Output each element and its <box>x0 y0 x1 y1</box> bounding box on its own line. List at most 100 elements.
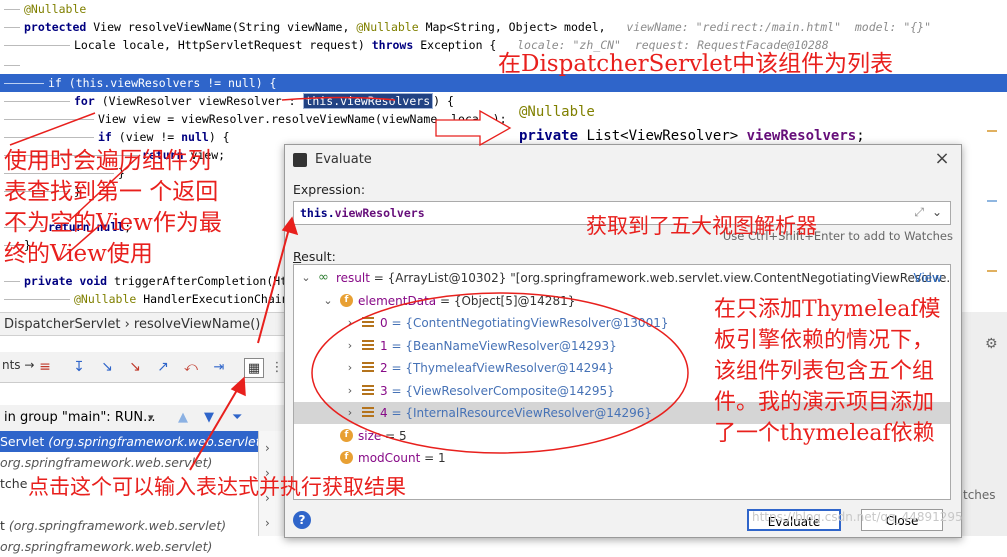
expand-icon[interactable]: › <box>344 335 356 357</box>
result-var-name: 0 <box>380 316 388 330</box>
indent-guide <box>4 9 20 10</box>
close-icon[interactable]: × <box>933 150 951 168</box>
field-icon: f <box>340 293 353 307</box>
code-line[interactable]: View view = viewResolver.resolveViewName… <box>98 110 507 128</box>
result-var-value: = 1 <box>420 451 446 465</box>
debugger-toolbar: nts → ≡ ↧ ↘ ↘ ↗ ⤺ ⇥ ▦ ⋮ <box>0 352 285 383</box>
snippet-field: viewResolvers <box>746 128 857 144</box>
result-var-value: = {Object[5]@14281} <box>436 293 576 308</box>
stack-frame-method: Servlet <box>0 434 49 449</box>
dialog-title-bar: Evaluate × <box>285 145 961 175</box>
note-left-line: 终的View使用 <box>4 241 153 267</box>
snippet-keyword: private <box>519 128 579 144</box>
step-into-button[interactable]: ↘ <box>98 358 116 376</box>
stack-frame-package: (org.springframework.web.servlet) <box>8 518 227 533</box>
run-to-cursor-button[interactable]: ⇥ <box>210 358 228 376</box>
help-icon[interactable]: ? <box>293 511 311 529</box>
history-dropdown-icon[interactable]: ⌄ <box>932 205 942 219</box>
evaluate-expression-button[interactable]: ▦ <box>244 358 264 378</box>
stack-frame-method: t <box>0 518 9 533</box>
result-label-mnemonic: R <box>293 249 302 264</box>
thread-selector[interactable]: in group "main": RUN... ▾ ▲ ▼ ⏷ <box>0 405 285 432</box>
result-tree-row[interactable]: f modCount = 1 <box>294 447 950 469</box>
expression-keyword: this. <box>300 206 335 220</box>
result-var-value: = {BeanNameViewResolver@14293} <box>387 338 617 353</box>
stack-frame-method: tche <box>0 476 28 491</box>
annotation-five-resolvers: 获取到了五大视图解析器 <box>586 214 817 238</box>
code-line[interactable]: if (view != null) { <box>98 128 230 146</box>
show-execution-point-button[interactable]: ≡ <box>36 358 54 376</box>
view-link[interactable]: View <box>914 267 942 289</box>
indent-guide <box>4 281 20 282</box>
indent-guide <box>4 137 94 138</box>
watches-panel-edge: tches ⚙ <box>960 312 1007 536</box>
result-var-value: = {InternalResourceViewResolver@14296} <box>387 406 653 420</box>
expand-editor-icon[interactable]: ⤢ <box>914 205 924 220</box>
note-right-line: 了一个thymeleaf依赖 <box>714 421 935 446</box>
run-to-cursor-icon: ⇥ <box>213 359 225 375</box>
indent-guide <box>4 27 20 28</box>
snippet-type: List<ViewResolver> <box>586 128 739 144</box>
code-line[interactable]: if (this.viewResolvers != null) { <box>48 74 276 92</box>
code-line[interactable]: @Nullable <box>24 0 86 18</box>
collapse-icon[interactable]: ⌄ <box>322 290 334 312</box>
collapse-icon[interactable]: ⌄ <box>300 267 312 289</box>
watermark: https://blog.csdn.net/qq_44891295 <box>752 510 963 524</box>
indent-guide <box>4 65 20 66</box>
step-out-button[interactable]: ↗ <box>154 358 172 376</box>
indent-guide <box>4 83 44 84</box>
stack-frame-package: org.springframework.web.servlet) <box>0 539 213 554</box>
code-line[interactable]: protected View resolveViewName(String vi… <box>24 18 931 36</box>
note-left-line: 不为空的View作为最 <box>4 210 222 236</box>
arrow-up-icon[interactable]: ▲ <box>178 405 188 431</box>
result-var-value: = {ViewResolverComposite@14295} <box>387 383 615 398</box>
stack-frame[interactable]: Servlet (org.springframework.web.servlet… <box>0 431 258 452</box>
result-var-name: result <box>336 271 370 285</box>
expand-icon[interactable]: › <box>344 380 356 402</box>
stack-frame[interactable]: org.springframework.web.servlet) <box>0 452 258 473</box>
breadcrumb[interactable]: DispatcherServlet › resolveViewName() <box>0 312 285 336</box>
indent-guide <box>4 45 70 46</box>
expand-icon[interactable]: › <box>344 402 356 424</box>
array-element-icon <box>362 384 374 397</box>
stack-frame[interactable]: t (org.springframework.web.servlet) <box>0 515 258 536</box>
result-tree-row[interactable]: ⌄ ∞ result = {ArrayList@10302} "[org.sprin… <box>294 267 950 289</box>
result-label: Result: <box>293 249 336 264</box>
step-over-button[interactable]: ↧ <box>70 358 88 376</box>
array-element-icon <box>362 317 374 329</box>
stack-frame-package: (org.springframework.web.servlet) <box>48 434 258 449</box>
stack-frame[interactable]: org.springframework.web.servlet) <box>0 536 258 557</box>
chevron-down-icon: ▾ <box>148 411 154 424</box>
thread-selector-label: in group "main": RUN... <box>4 410 156 425</box>
result-label-text: esult: <box>301 249 336 264</box>
expand-icon[interactable]: › <box>265 516 270 530</box>
step-out-icon: ↗ <box>157 359 169 375</box>
expand-icon[interactable]: › <box>344 312 356 334</box>
gear-icon[interactable]: ⚙ <box>985 336 998 352</box>
arrow-down-icon[interactable]: ▼ <box>204 405 214 431</box>
code-line[interactable]: for (ViewResolver viewResolver : this.vi… <box>74 92 454 110</box>
expand-icon[interactable]: › <box>344 357 356 379</box>
note-left-line: 表查找到第一 个返回 <box>4 179 219 205</box>
result-var-name: size <box>358 428 382 443</box>
field-icon: f <box>340 428 353 442</box>
gutter-marker <box>987 270 997 272</box>
calculator-icon: ▦ <box>247 360 261 376</box>
force-step-into-button[interactable]: ↘ <box>126 358 144 376</box>
dialog-title: Evaluate <box>315 152 372 167</box>
result-var-name: 2 <box>380 361 388 375</box>
drop-frame-button[interactable]: ⤺ <box>182 358 200 376</box>
array-element-icon <box>362 339 374 352</box>
intellij-logo-icon <box>293 153 307 167</box>
result-var-value: = {ContentNegotiatingViewResolver@13001} <box>387 316 669 330</box>
note-right-line: 该组件列表包含五个组 <box>714 359 935 384</box>
execution-point-icon: ≡ <box>39 359 51 375</box>
step-into-icon: ↘ <box>101 359 113 375</box>
more-icon: ⋮ <box>270 359 284 375</box>
watch-result-icon: ∞ <box>318 270 329 285</box>
annotation-bottom: 点击这个可以输入表达式并执行获取结果 <box>28 475 406 499</box>
filter-icon[interactable]: ⏷ <box>232 405 242 431</box>
watches-label: tches <box>963 488 996 502</box>
expand-icon[interactable]: › <box>265 441 270 455</box>
force-step-into-icon: ↘ <box>129 359 141 375</box>
